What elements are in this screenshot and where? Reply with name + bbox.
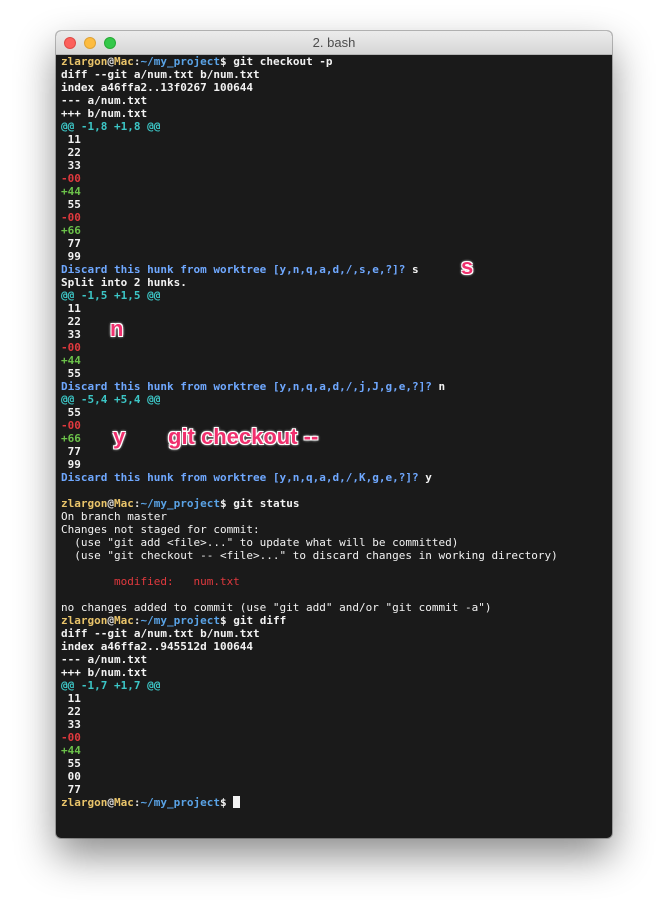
diff-removed-line: -00 <box>61 419 81 432</box>
diff-context-line: 11 <box>61 692 81 705</box>
prompt-dollar: $ <box>219 497 227 510</box>
prompt-dollar: $ <box>219 796 227 809</box>
status-branch: On branch master <box>61 510 167 523</box>
prompt-line: zlargon@Mac:~/my_project$ <box>61 796 607 809</box>
discard-answer: s <box>405 263 419 276</box>
hunk-header: @@ -1,8 +1,8 @@ <box>61 120 161 133</box>
diff-index: index a46ffa2..13f0267 100644 <box>61 81 254 94</box>
discard-answer: n <box>431 380 446 393</box>
diff-context-line: 33 <box>61 718 81 731</box>
discard-prompt: Discard this hunk from worktree [y,n,q,a… <box>61 263 607 276</box>
prompt-user: zlargon <box>61 614 108 627</box>
prompt-line: zlargon@Mac:~/my_project$ git checkout -… <box>61 55 607 68</box>
prompt-path: ~/my_project <box>140 55 220 68</box>
annotation-git-checkout: git checkout -- <box>168 424 319 449</box>
prompt-host: Mac <box>113 497 134 510</box>
diff-removed-line: -00 <box>61 211 81 224</box>
command-text: git checkout -p <box>233 55 333 68</box>
diff-context-line: 00 <box>61 770 81 783</box>
title-bar: 2. bash <box>56 31 612 55</box>
terminal-window: 2. bash zlargon@Mac:~/my_project$ git ch… <box>56 31 612 838</box>
prompt-user: zlargon <box>61 55 108 68</box>
diff-context-line: 99 <box>61 250 81 263</box>
diff-context-line: 77 <box>61 237 81 250</box>
prompt-at: @ <box>107 55 114 68</box>
prompt-host: Mac <box>113 796 134 809</box>
hunk-header: @@ -1,5 +1,5 @@ <box>61 289 161 302</box>
diff-context-line: 11 <box>61 133 81 146</box>
diff-new-file: +++ b/num.txt <box>61 107 148 120</box>
status-changes-header: Changes not staged for commit: <box>61 523 260 536</box>
prompt-path: ~/my_project <box>140 497 220 510</box>
diff-added-line: +66 <box>61 432 81 445</box>
diff-context-line: 55 <box>61 367 81 380</box>
discard-question: Discard this hunk from worktree [y,n,q,a… <box>61 263 406 276</box>
diff-old-file: --- a/num.txt <box>61 94 148 107</box>
prompt-at: @ <box>107 497 114 510</box>
annotation-s: s <box>461 254 474 279</box>
diff-context-line: 77 <box>61 783 81 796</box>
diff-index: index a46ffa2..945512d 100644 <box>61 640 254 653</box>
discard-prompt: Discard this hunk from worktree [y,n,q,a… <box>61 380 607 393</box>
status-hint: (use "git add <file>..." to update what … <box>61 536 459 549</box>
discard-question: Discard this hunk from worktree [y,n,q,a… <box>61 380 432 393</box>
prompt-host: Mac <box>113 55 134 68</box>
diff-context-line: 33 <box>61 328 81 341</box>
status-hint: (use "git checkout -- <file>..." to disc… <box>61 549 558 562</box>
hunk-header: @@ -5,4 +5,4 @@ <box>61 393 161 406</box>
prompt-dollar: $ <box>219 55 227 68</box>
status-modified-file: modified: num.txt <box>61 575 240 588</box>
discard-question: Discard this hunk from worktree [y,n,q,a… <box>61 471 419 484</box>
prompt-line: zlargon@Mac:~/my_project$ git diff <box>61 614 607 627</box>
prompt-host: Mac <box>113 614 134 627</box>
prompt-user: zlargon <box>61 796 108 809</box>
prompt-line: zlargon@Mac:~/my_project$ git status <box>61 497 607 510</box>
command-text: git status <box>233 497 300 510</box>
diff-added-line: +44 <box>61 744 81 757</box>
discard-prompt: Discard this hunk from worktree [y,n,q,a… <box>61 471 607 484</box>
status-summary: no changes added to commit (use "git add… <box>61 601 492 614</box>
diff-added-line: +66 <box>61 224 81 237</box>
prompt-path: ~/my_project <box>140 614 220 627</box>
diff-context-line: 33 <box>61 159 81 172</box>
diff-context-line: 55 <box>61 406 81 419</box>
diff-removed-line: -00 <box>61 731 81 744</box>
diff-header: diff --git a/num.txt b/num.txt <box>61 627 260 640</box>
discard-answer: y <box>418 471 432 484</box>
diff-context-line: 22 <box>61 146 81 159</box>
diff-header: diff --git a/num.txt b/num.txt <box>61 68 260 81</box>
terminal-output[interactable]: zlargon@Mac:~/my_project$ git checkout -… <box>61 55 607 838</box>
diff-context-line: 22 <box>61 315 81 328</box>
diff-removed-line: -00 <box>61 341 81 354</box>
diff-context-line: 99 <box>61 458 81 471</box>
diff-context-line: 77 <box>61 445 81 458</box>
window-title: 2. bash <box>312 35 356 50</box>
terminal-cursor <box>233 796 241 808</box>
prompt-at: @ <box>107 796 114 809</box>
annotation-y: y <box>113 424 126 449</box>
diff-context-line: 11 <box>61 302 81 315</box>
diff-added-line: +44 <box>61 185 81 198</box>
diff-context-line: 55 <box>61 198 81 211</box>
diff-added-line: +44 <box>61 354 81 367</box>
diff-new-file: +++ b/num.txt <box>61 666 148 679</box>
prompt-dollar: $ <box>219 614 227 627</box>
annotation-n: n <box>110 316 124 341</box>
prompt-path: ~/my_project <box>140 796 220 809</box>
hunk-header: @@ -1,7 +1,7 @@ <box>61 679 161 692</box>
prompt-at: @ <box>107 614 114 627</box>
diff-old-file: --- a/num.txt <box>61 653 148 666</box>
prompt-user: zlargon <box>61 497 108 510</box>
diff-removed-line: -00 <box>61 172 81 185</box>
split-message: Split into 2 hunks. <box>61 276 187 289</box>
command-text: git diff <box>233 614 287 627</box>
diff-context-line: 22 <box>61 705 81 718</box>
diff-context-line: 55 <box>61 757 81 770</box>
